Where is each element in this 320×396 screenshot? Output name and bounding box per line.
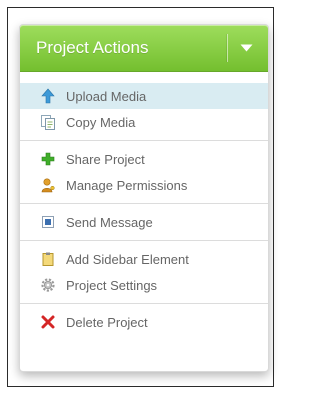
menu-item-label: Send Message	[66, 215, 153, 230]
actions-menu: Upload Media Copy Media Share Project Ma…	[20, 83, 268, 335]
message-icon	[42, 216, 54, 228]
menu-item-copy-media[interactable]: Copy Media	[20, 109, 268, 135]
menu-divider	[20, 140, 268, 141]
menu-item-label: Add Sidebar Element	[66, 252, 189, 267]
menu-item-label: Delete Project	[66, 315, 148, 330]
menu-item-project-settings[interactable]: Project Settings	[20, 272, 268, 298]
delete-x-icon	[41, 315, 55, 329]
chevron-down-icon	[240, 44, 253, 52]
dropdown-title: Project Actions	[36, 38, 149, 57]
user-key-icon	[41, 178, 55, 193]
clipboard-icon	[42, 252, 54, 266]
menu-item-delete-project[interactable]: Delete Project	[20, 309, 268, 335]
menu-item-send-message[interactable]: Send Message	[20, 209, 268, 235]
copy-document-icon	[41, 115, 55, 130]
menu-divider	[20, 203, 268, 204]
menu-item-label: Manage Permissions	[66, 178, 188, 193]
dropdown-header[interactable]: Project Actions	[20, 25, 268, 72]
project-actions-dropdown: Project Actions Upload Media Copy Media	[19, 24, 269, 372]
menu-item-share-project[interactable]: Share Project	[20, 146, 268, 172]
menu-item-upload-media[interactable]: Upload Media	[20, 83, 268, 109]
header-divider	[227, 34, 228, 62]
menu-item-label: Upload Media	[66, 89, 147, 104]
plus-icon	[41, 152, 55, 166]
menu-item-label: Share Project	[66, 152, 145, 167]
menu-item-add-sidebar-element[interactable]: Add Sidebar Element	[20, 246, 268, 272]
menu-item-manage-permissions[interactable]: Manage Permissions	[20, 172, 268, 198]
arrow-up-icon	[41, 88, 55, 104]
menu-item-label: Project Settings	[66, 278, 158, 293]
menu-item-label: Copy Media	[66, 115, 136, 130]
dropdown-toggle-button[interactable]	[230, 34, 264, 62]
menu-divider	[20, 303, 268, 304]
gear-icon	[41, 278, 55, 292]
menu-divider	[20, 240, 268, 241]
